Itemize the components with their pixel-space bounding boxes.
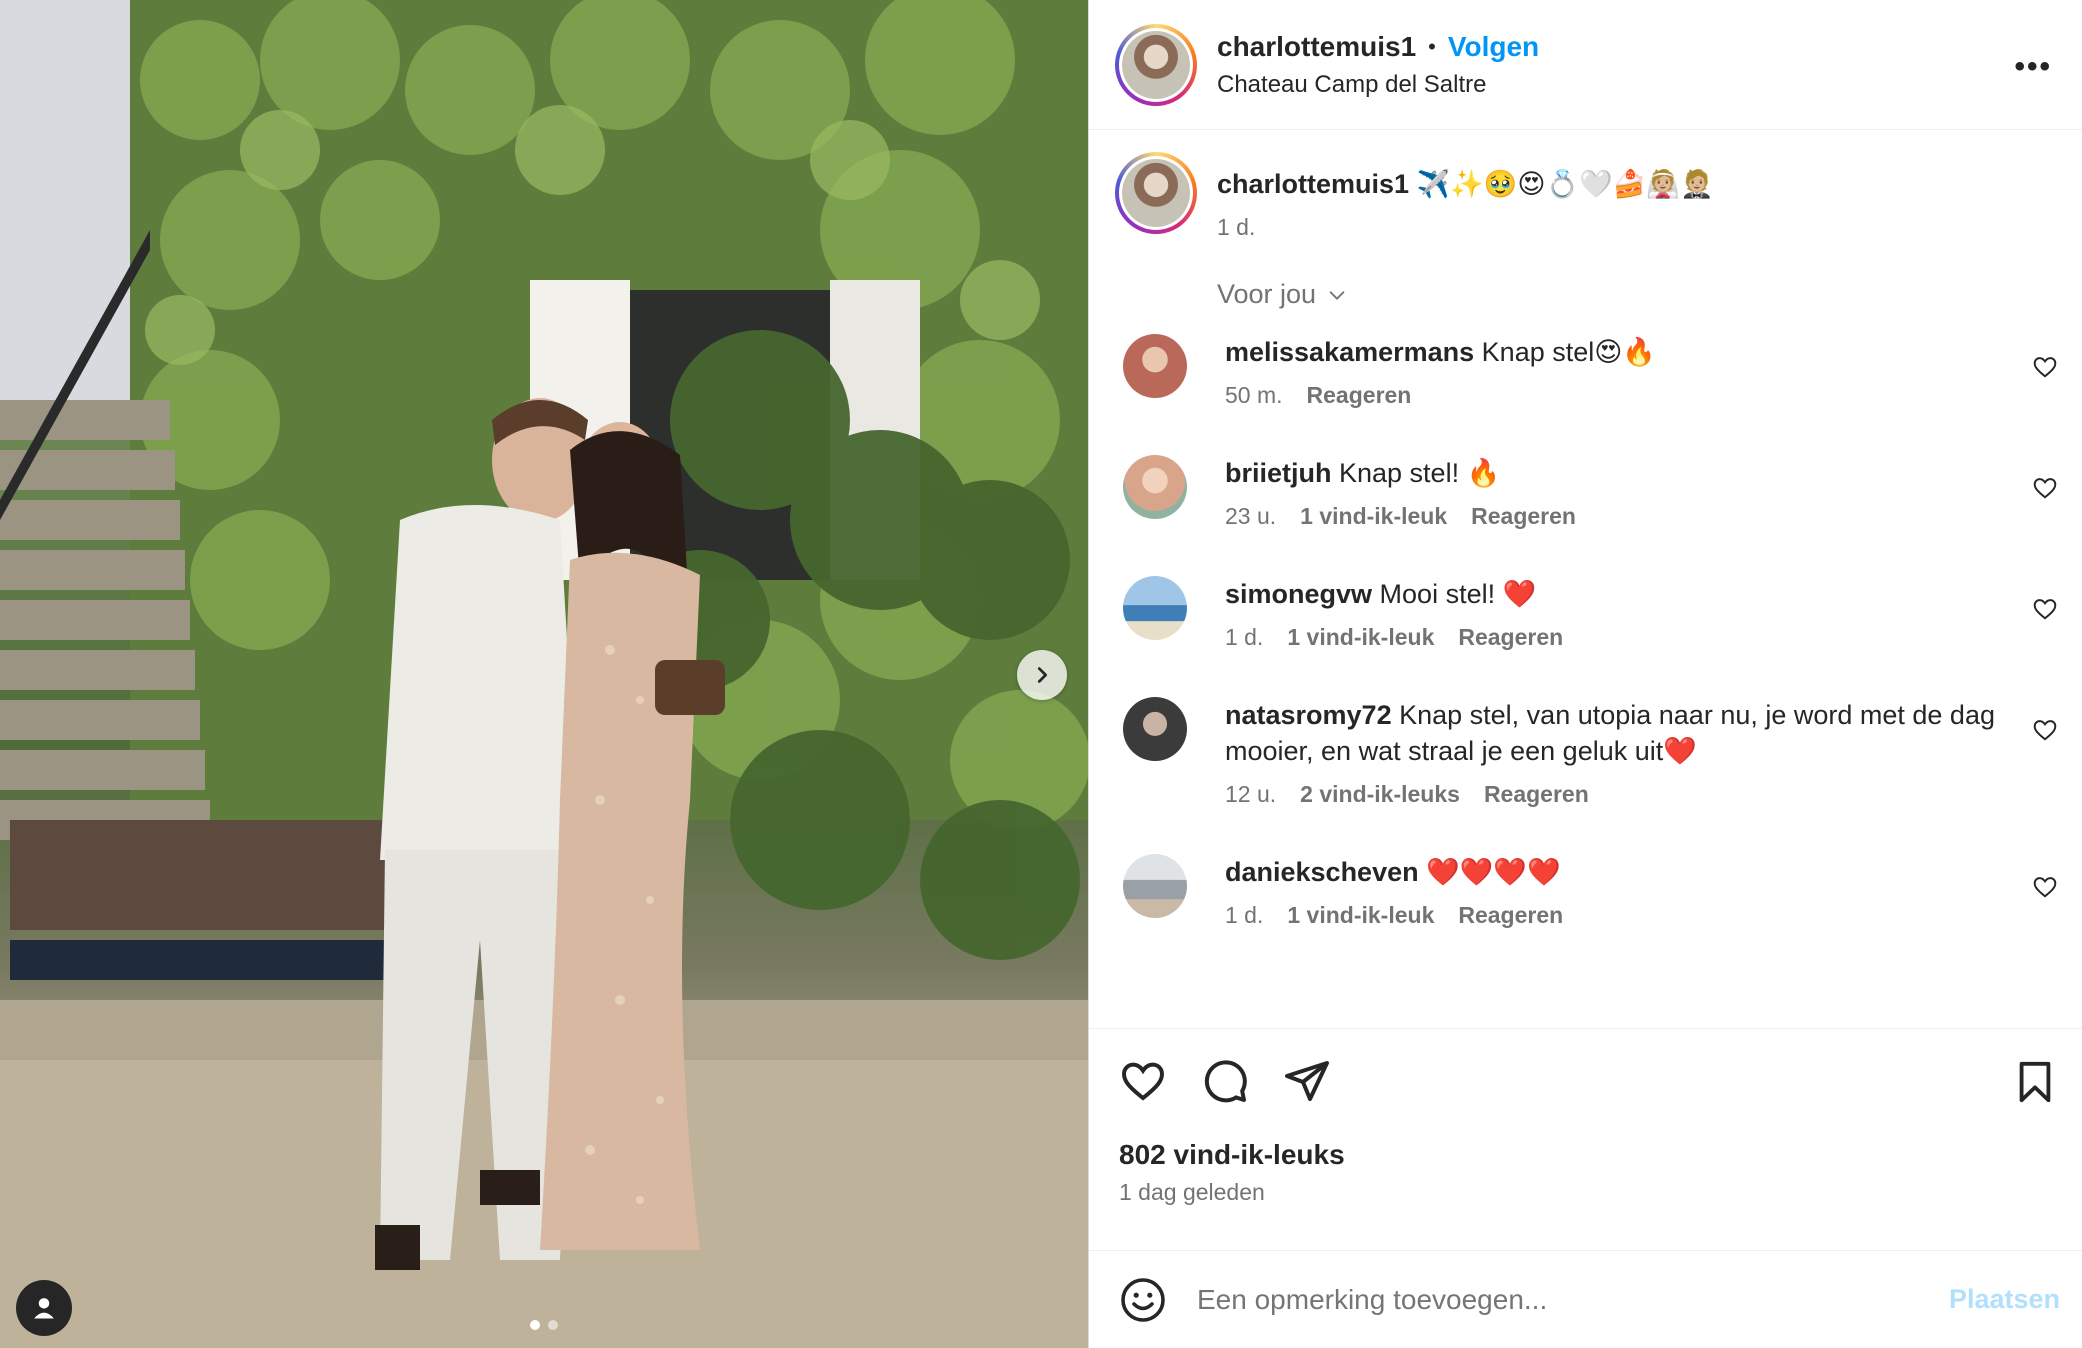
comment-like-icon[interactable] [2032, 596, 2058, 622]
commenter-username[interactable]: daniekscheven [1225, 857, 1419, 887]
commenter-avatar[interactable] [1123, 697, 1187, 761]
caption-avatar-image [1122, 159, 1190, 227]
author-avatar-image [1122, 30, 1190, 99]
post-comment-button[interactable]: Plaatsen [1949, 1284, 2060, 1315]
comment-time[interactable]: 23 u. [1225, 503, 1276, 530]
commenter-username[interactable]: briietjuh [1225, 458, 1332, 488]
post-actions: 802 vind-ik-leuks 1 dag geleden [1089, 1028, 2082, 1250]
comment-likes[interactable]: 1 vind-ik-leuk [1300, 503, 1447, 530]
likes-count[interactable]: 802 vind-ik-leuks [1119, 1139, 2058, 1171]
comment-text: Knap stel! 🔥 [1331, 458, 1501, 488]
author-username[interactable]: charlottemuis1 [1217, 31, 1416, 63]
post-header: charlottemuis1 • Volgen Chateau Camp del… [1089, 0, 2082, 130]
comment-input[interactable] [1197, 1283, 1949, 1316]
comment-text: Mooi stel! ❤️ [1372, 579, 1537, 609]
chevron-down-icon [1329, 290, 1345, 300]
caption-username[interactable]: charlottemuis1 [1217, 169, 1409, 199]
comment-icon[interactable] [1201, 1057, 1249, 1105]
reply-button[interactable]: Reageren [1471, 503, 1576, 530]
more-options-icon[interactable]: ••• [2014, 50, 2052, 84]
author-avatar[interactable] [1115, 23, 1197, 106]
commenter-avatar[interactable] [1123, 576, 1187, 640]
commenter-avatar[interactable] [1123, 334, 1187, 398]
reply-button[interactable]: Reageren [1484, 781, 1589, 808]
reply-button[interactable]: Reageren [1458, 902, 1563, 929]
comment-likes[interactable]: 1 vind-ik-leuk [1287, 624, 1434, 651]
caption-time[interactable]: 1 d. [1217, 214, 1255, 241]
comment-sort-label: Voor jou [1217, 279, 1317, 309]
comment-item: melissakamermans Knap stel😍🔥 50 m. Reage… [1115, 334, 2058, 409]
caption-text: ✈️✨🥹😍💍🤍🍰👰🏼🤵🏼 [1409, 169, 1714, 199]
chevron-right-icon [1037, 667, 1048, 683]
comment-like-icon[interactable] [2032, 717, 2058, 743]
comment-item: daniekscheven ❤️❤️❤️❤️ 1 d. 1 vind-ik-le… [1115, 854, 2058, 929]
reply-button[interactable]: Reageren [1307, 382, 1412, 409]
carousel-next-button[interactable] [1017, 650, 1067, 700]
comment-text: Knap stel😍🔥 [1474, 337, 1657, 367]
post-photo[interactable] [0, 0, 1088, 1348]
comment-time[interactable]: 50 m. [1225, 382, 1283, 409]
comment-list: melissakamermans Knap stel😍🔥 50 m. Reage… [1115, 334, 2058, 929]
add-comment-bar: Plaatsen [1089, 1250, 2082, 1348]
post-caption: charlottemuis1 ✈️✨🥹😍💍🤍🍰👰🏼🤵🏼 1 d. [1115, 152, 2058, 241]
comment-item: simonegvw Mooi stel! ❤️ 1 d. 1 vind-ik-l… [1115, 576, 2058, 651]
smiley-icon[interactable] [1119, 1276, 1167, 1324]
follow-button[interactable]: Volgen [1448, 31, 1539, 63]
comment-likes[interactable]: 2 vind-ik-leuks [1300, 781, 1460, 808]
comment-item: briietjuh Knap stel! 🔥 23 u. 1 vind-ik-l… [1115, 455, 2058, 530]
carousel-indicator [0, 1320, 1088, 1330]
heart-icon[interactable] [1119, 1057, 1167, 1105]
comment-time[interactable]: 1 d. [1225, 902, 1263, 929]
commenter-avatar[interactable] [1123, 854, 1187, 918]
comment-like-icon[interactable] [2032, 354, 2058, 380]
comment-likes[interactable]: 1 vind-ik-leuk [1287, 902, 1434, 929]
commenter-username[interactable]: natasromy72 [1225, 700, 1392, 730]
comment-time[interactable]: 1 d. [1225, 624, 1263, 651]
post-timestamp[interactable]: 1 dag geleden [1119, 1179, 2058, 1206]
post-location[interactable]: Chateau Camp del Saltre [1217, 71, 1539, 99]
post-side-panel: charlottemuis1 • Volgen Chateau Camp del… [1088, 0, 2082, 1348]
comments-section[interactable]: charlottemuis1 ✈️✨🥹😍💍🤍🍰👰🏼🤵🏼 1 d. Voor jo… [1089, 130, 2082, 1028]
carousel-dot [548, 1320, 558, 1330]
comment-text: ❤️❤️❤️❤️ [1418, 857, 1561, 887]
commenter-username[interactable]: melissakamermans [1225, 337, 1474, 367]
header-separator: • [1428, 33, 1436, 59]
commenter-avatar[interactable] [1123, 455, 1187, 519]
comment-like-icon[interactable] [2032, 874, 2058, 900]
carousel-dot [530, 1320, 540, 1330]
comment-time[interactable]: 12 u. [1225, 781, 1276, 808]
comment-item: natasromy72 Knap stel, van utopia naar n… [1115, 697, 2058, 808]
instagram-post-view: charlottemuis1 • Volgen Chateau Camp del… [0, 0, 2082, 1348]
caption-avatar[interactable] [1115, 152, 1197, 234]
commenter-username[interactable]: simonegvw [1225, 579, 1372, 609]
reply-button[interactable]: Reageren [1458, 624, 1563, 651]
paper-plane-icon[interactable] [1283, 1057, 1331, 1105]
comment-like-icon[interactable] [2032, 475, 2058, 501]
user-tag-icon [34, 1298, 54, 1319]
photo-scene [0, 0, 1088, 1348]
comment-sort-dropdown[interactable]: Voor jou [1217, 279, 2058, 310]
bookmark-icon[interactable] [2012, 1059, 2058, 1105]
